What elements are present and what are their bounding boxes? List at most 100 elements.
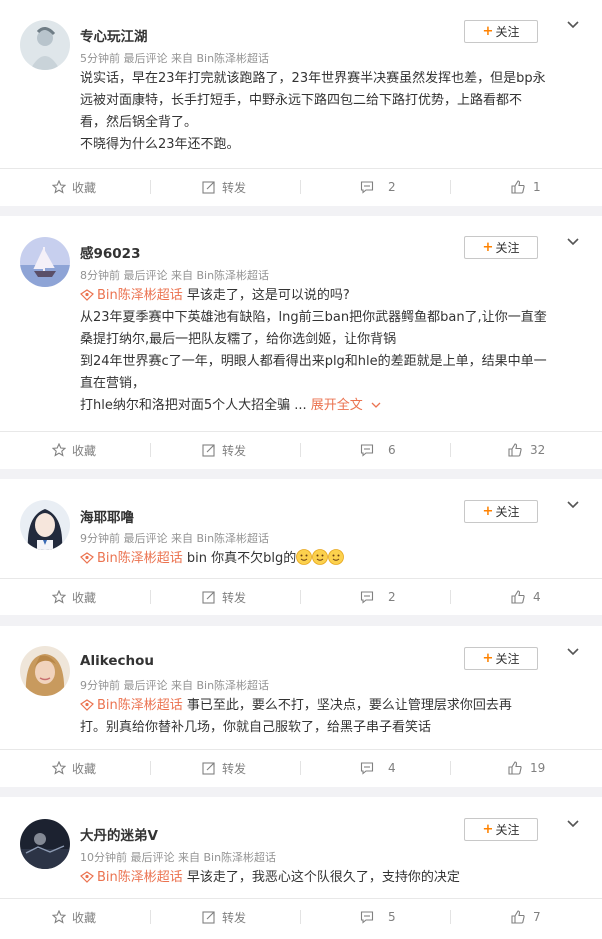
username[interactable]: 感96023 (80, 242, 140, 262)
supertopic-icon (80, 289, 94, 301)
divider (150, 443, 151, 457)
repost-button[interactable]: 转发 (202, 168, 246, 206)
topic-tag[interactable]: Bin陈泽彬超话 (80, 551, 183, 566)
repost-button[interactable]: 转发 (202, 578, 246, 616)
like-button[interactable]: 7 (511, 898, 541, 936)
star-icon (52, 443, 66, 457)
smile-emoji-icon (312, 549, 329, 565)
comment-card: 专心玩江湖 5分钟前 最后评论 来自 Bin陈泽彬超话 + 关注 说实话，早在23… (0, 0, 602, 206)
divider (300, 443, 301, 457)
follow-button[interactable]: + 关注 (464, 500, 538, 523)
like-button[interactable]: 19 (508, 749, 545, 787)
chevron-down-icon[interactable] (566, 235, 580, 249)
comment-button[interactable]: 2 (360, 578, 396, 616)
plus-icon: + (482, 822, 494, 837)
thumbs-up-icon (511, 910, 525, 924)
action-bar: 收藏 转发 6 32 (0, 431, 602, 469)
plus-icon: + (482, 240, 494, 255)
divider (450, 910, 451, 924)
avatar[interactable] (20, 500, 70, 550)
divider (450, 761, 451, 775)
comment-card: 海耶耶噜 9分钟前 最后评论 来自 Bin陈泽彬超话 + 关注 Bin陈泽彬超话 … (0, 479, 602, 615)
comment-text: 说实话，早在23年打完就该跑路了，23年世界赛半决赛虽然发挥也差，但是bp永 远… (80, 71, 546, 152)
like-button[interactable]: 1 (511, 168, 541, 206)
repost-icon (202, 591, 215, 604)
username[interactable]: 海耶耶噜 (80, 506, 134, 526)
follow-button[interactable]: + 关注 (464, 20, 538, 43)
supertopic-icon (80, 552, 94, 564)
repost-button[interactable]: 转发 (202, 749, 246, 787)
avatar[interactable] (20, 819, 70, 869)
action-bar: 收藏 转发 2 4 (0, 578, 602, 616)
thumbs-up-icon (508, 443, 522, 457)
divider (150, 910, 151, 924)
follow-button[interactable]: + 关注 (464, 236, 538, 259)
favorite-button[interactable]: 收藏 (52, 431, 96, 469)
comment-button[interactable]: 2 (360, 168, 396, 206)
comment-button[interactable]: 5 (360, 898, 396, 936)
divider (450, 180, 451, 194)
plus-icon: + (482, 504, 494, 519)
favorite-button[interactable]: 收藏 (52, 749, 96, 787)
plus-icon: + (482, 651, 494, 666)
chevron-down-icon[interactable] (566, 498, 580, 512)
comment-icon (360, 444, 374, 457)
supertopic-icon (80, 871, 94, 883)
topic-tag[interactable]: Bin陈泽彬超话 (80, 288, 183, 303)
action-bar: 收藏 转发 2 1 (0, 168, 602, 206)
star-icon (52, 910, 66, 924)
comment-icon (360, 911, 374, 924)
divider (300, 590, 301, 604)
comment-text: Bin陈泽彬超话 早该走了，我恶心这个队很久了，支持你的决定 (80, 867, 580, 889)
follow-button[interactable]: + 关注 (464, 647, 538, 670)
action-bar: 收藏 转发 5 7 (0, 898, 602, 936)
comment-icon (360, 181, 374, 194)
comment-card: 大丹的迷弟V 10分钟前 最后评论 来自 Bin陈泽彬超话 + 关注 Bin陈泽彬… (0, 797, 602, 939)
divider (300, 761, 301, 775)
supertopic-icon (80, 699, 94, 711)
favorite-button[interactable]: 收藏 (52, 578, 96, 616)
comment-meta: 9分钟前 最后评论 来自 Bin陈泽彬超话 (80, 532, 270, 545)
topic-tag[interactable]: Bin陈泽彬超话 (80, 870, 183, 885)
comment-card: Alikechou 9分钟前 最后评论 来自 Bin陈泽彬超话 + 关注 Bin陈… (0, 626, 602, 787)
divider (300, 910, 301, 924)
comment-text: Bin陈泽彬超话 事已至此，要么不打，坚决点，要么让管理层求你回去再 打。别真给… (80, 698, 512, 735)
divider (150, 180, 151, 194)
star-icon (52, 761, 66, 775)
thumbs-up-icon (511, 590, 525, 604)
smile-emoji-icon (328, 549, 345, 565)
chevron-down-icon[interactable] (566, 18, 580, 32)
expand-full-text-link[interactable]: 展开全文 (307, 398, 381, 413)
chevron-down-icon[interactable] (566, 645, 580, 659)
plus-icon: + (482, 24, 494, 39)
repost-icon (202, 181, 215, 194)
comment-card: 感96023 8分钟前 最后评论 来自 Bin陈泽彬超话 + 关注 Bin陈泽彬超… (0, 216, 602, 469)
divider (300, 180, 301, 194)
divider (450, 590, 451, 604)
like-button[interactable]: 4 (511, 578, 541, 616)
follow-button[interactable]: + 关注 (464, 818, 538, 841)
chevron-down-icon (371, 402, 381, 408)
topic-tag[interactable]: Bin陈泽彬超话 (80, 698, 183, 713)
comment-button[interactable]: 6 (360, 431, 396, 469)
action-bar: 收藏 转发 4 19 (0, 749, 602, 787)
username[interactable]: Alikechou (80, 653, 154, 669)
repost-button[interactable]: 转发 (202, 898, 246, 936)
avatar[interactable] (20, 646, 70, 696)
repost-button[interactable]: 转发 (202, 431, 246, 469)
like-button[interactable]: 32 (508, 431, 545, 469)
repost-icon (202, 911, 215, 924)
favorite-button[interactable]: 收藏 (52, 168, 96, 206)
avatar[interactable] (20, 20, 70, 70)
star-icon (52, 180, 66, 194)
comment-icon (360, 762, 374, 775)
avatar[interactable] (20, 237, 70, 287)
username[interactable]: 专心玩江湖 (80, 25, 148, 45)
comment-button[interactable]: 4 (360, 749, 396, 787)
chevron-down-icon[interactable] (566, 817, 580, 831)
username[interactable]: 大丹的迷弟V (80, 824, 158, 844)
comment-meta: 9分钟前 最后评论 来自 Bin陈泽彬超话 (80, 679, 270, 692)
comment-text: Bin陈泽彬超话 早该走了，这是可以说的吗? 从23年夏季赛中下英雄池有缺陷，l… (80, 288, 547, 413)
thumbs-up-icon (511, 180, 525, 194)
favorite-button[interactable]: 收藏 (52, 898, 96, 936)
